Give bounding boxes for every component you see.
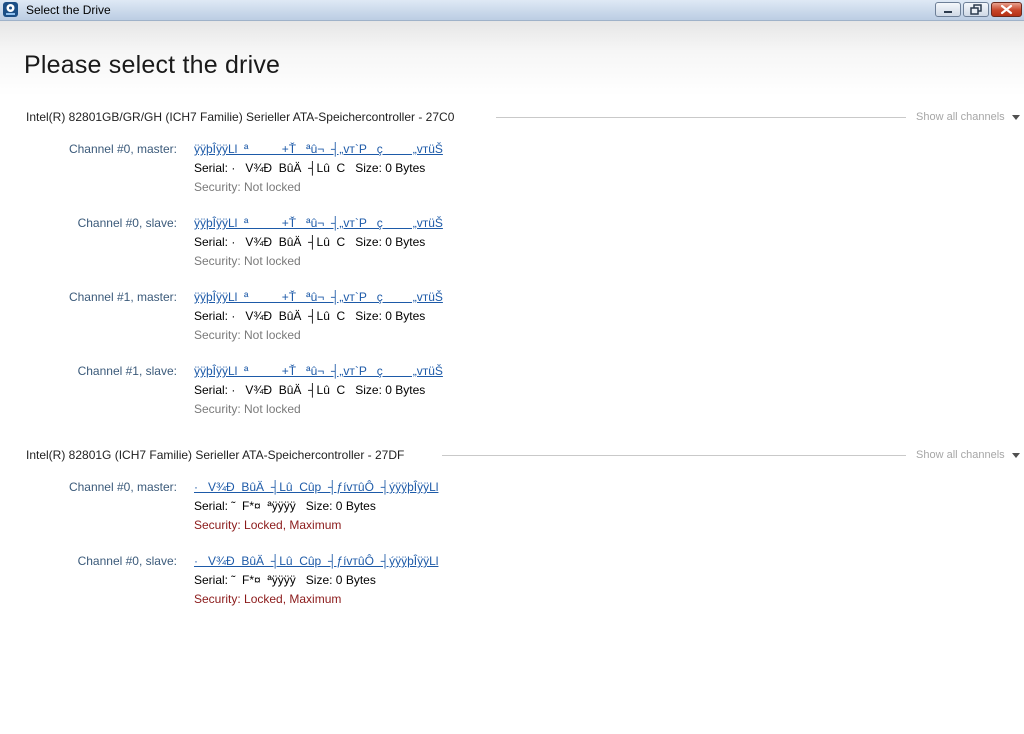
controller-divider [496,117,906,118]
drive-security-status: Security: Not locked [194,180,301,194]
close-icon [1000,4,1013,15]
drive-serial: Serial: · V¾Ð BûÄ ┤Lû C Size: 0 Bytes [194,383,426,397]
channel-label: Channel #0, master: [68,480,177,494]
channel-label: Channel #0, master: [68,142,177,156]
controller-divider [442,455,906,456]
show-all-channels-link[interactable]: Show all channels [916,449,1005,461]
restore-icon [970,4,982,15]
drive-serial: Serial: · V¾Ð BûÄ ┤Lû C Size: 0 Bytes [194,235,426,249]
close-button[interactable] [991,2,1022,17]
page-title: Please select the drive [24,51,281,79]
app-icon[interactable] [3,2,18,17]
window-title: Select the Drive [26,3,111,17]
controller-title: Intel(R) 82801GB/GR/GH (ICH7 Familie) Se… [26,110,463,124]
controller-title: Intel(R) 82801G (ICH7 Familie) Serieller… [26,448,413,462]
drive-security-status: Security: Locked, Maximum [194,592,342,606]
chevron-down-icon[interactable] [1012,115,1020,120]
drive-security-status: Security: Not locked [194,402,301,416]
chevron-down-icon[interactable] [1012,453,1020,458]
drive-link[interactable]: ÿÿþÎÿÿLl ª +Ť ªû¬ ┤„vт`P ç „vтüŠ [194,142,443,156]
drive-link[interactable]: · V¾Ð BûÄ ┤Lû Cûp ┤ƒívтûÔ ┤ýÿÿþÎÿÿLl [194,480,438,494]
drive-security-status: Security: Locked, Maximum [194,518,342,532]
drive-link[interactable]: ÿÿþÎÿÿLl ª +Ť ªû¬ ┤„vт`P ç „vтüŠ [194,364,443,378]
drive-serial: Serial: ˜ F*¤ ªÿÿÿÿ Size: 0 Bytes [194,573,376,587]
minimize-button[interactable] [935,2,961,17]
drive-security-status: Security: Not locked [194,328,301,342]
minimize-icon [944,11,952,13]
drive-link[interactable]: ÿÿþÎÿÿLl ª +Ť ªû¬ ┤„vт`P ç „vтüŠ [194,216,443,230]
drive-serial: Serial: · V¾Ð BûÄ ┤Lû C Size: 0 Bytes [194,309,426,323]
drive-serial: Serial: · V¾Ð BûÄ ┤Lû C Size: 0 Bytes [194,161,426,175]
channel-label: Channel #0, slave: [77,554,177,568]
channel-label: Channel #1, slave: [77,364,177,378]
show-all-channels-link[interactable]: Show all channels [916,111,1005,123]
drive-link[interactable]: ÿÿþÎÿÿLl ª +Ť ªû¬ ┤„vт`P ç „vтüŠ [194,290,443,304]
drive-serial: Serial: ˜ F*¤ ªÿÿÿÿ Size: 0 Bytes [194,499,376,513]
drive-security-status: Security: Not locked [194,254,301,268]
channel-label: Channel #0, slave: [77,216,177,230]
title-bar: Select the Drive [0,0,1024,21]
drive-link[interactable]: · V¾Ð BûÄ ┤Lû Cûp ┤ƒívтûÔ ┤ýÿÿþÎÿÿLl [194,554,438,568]
restore-button[interactable] [963,2,989,17]
channel-label: Channel #1, master: [68,290,177,304]
